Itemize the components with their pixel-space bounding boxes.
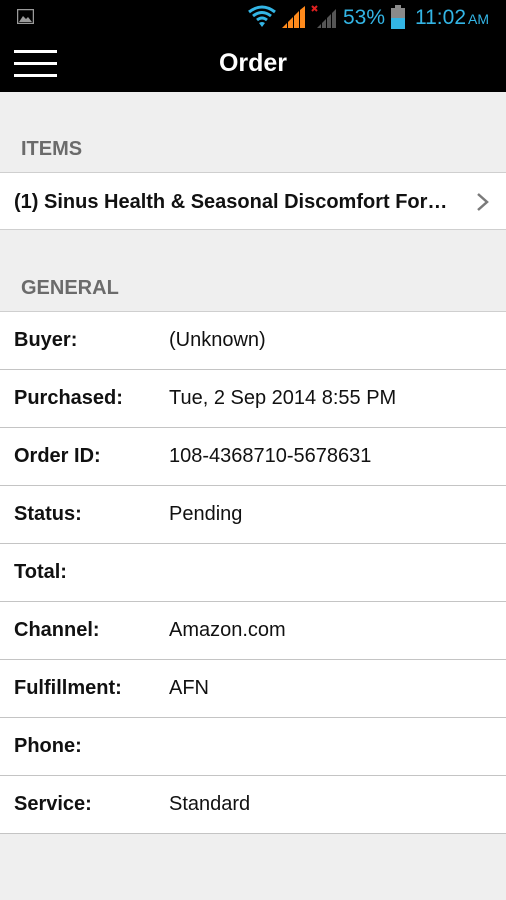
wifi-icon: [248, 5, 276, 27]
chevron-right-icon: [477, 193, 489, 211]
row-order-id: Order ID: 108-4368710-5678631: [0, 428, 506, 486]
item-row[interactable]: (1) Sinus Health & Seasonal Discomfort F…: [0, 172, 506, 230]
general-list: Buyer: (Unknown) Purchased: Tue, 2 Sep 2…: [0, 311, 506, 834]
buyer-value: (Unknown): [169, 329, 266, 351]
buyer-label: Buyer:: [14, 329, 78, 351]
page-title: Order: [218, 49, 288, 77]
row-channel: Channel: Amazon.com: [0, 602, 506, 660]
gallery-icon: [17, 9, 34, 24]
order-id-label: Order ID:: [14, 445, 101, 467]
items-section-header: ITEMS: [21, 138, 83, 160]
row-buyer: Buyer: (Unknown): [0, 312, 506, 370]
order-id-value: 108-4368710-5678631: [169, 445, 372, 467]
fulfillment-label: Fulfillment:: [14, 677, 122, 699]
service-value: Standard: [169, 793, 251, 815]
channel-label: Channel:: [14, 619, 100, 641]
row-phone: Phone:: [0, 718, 506, 776]
total-label: Total:: [14, 561, 67, 583]
battery-icon: [391, 5, 405, 29]
clock-ampm: AM: [468, 11, 489, 27]
purchased-label: Purchased:: [14, 387, 123, 409]
purchased-value: Tue, 2 Sep 2014 8:55 PM: [169, 387, 397, 409]
clock-time: 11:02: [415, 6, 466, 29]
general-section-header: GENERAL: [21, 277, 119, 299]
signal-icon: [282, 6, 305, 28]
action-bar: Order: [0, 36, 506, 92]
phone-label: Phone:: [14, 735, 82, 757]
row-purchased: Purchased: Tue, 2 Sep 2014 8:55 PM: [0, 370, 506, 428]
service-label: Service:: [14, 793, 92, 815]
clock: 11:02 AM: [415, 6, 489, 31]
channel-value: Amazon.com: [169, 619, 286, 641]
row-status: Status: Pending: [0, 486, 506, 544]
battery-percent: 53%: [343, 6, 386, 29]
status-bar: 53% 11:02 AM: [0, 0, 506, 36]
fulfillment-value: AFN: [169, 677, 209, 699]
item-label: (1) Sinus Health & Seasonal Discomfort F…: [14, 191, 454, 213]
row-total: Total:: [0, 544, 506, 602]
signal-no-sim-icon: [311, 5, 336, 28]
status-label: Status:: [14, 503, 82, 525]
row-fulfillment: Fulfillment: AFN: [0, 660, 506, 718]
row-service: Service: Standard: [0, 776, 506, 834]
status-value: Pending: [169, 503, 243, 525]
